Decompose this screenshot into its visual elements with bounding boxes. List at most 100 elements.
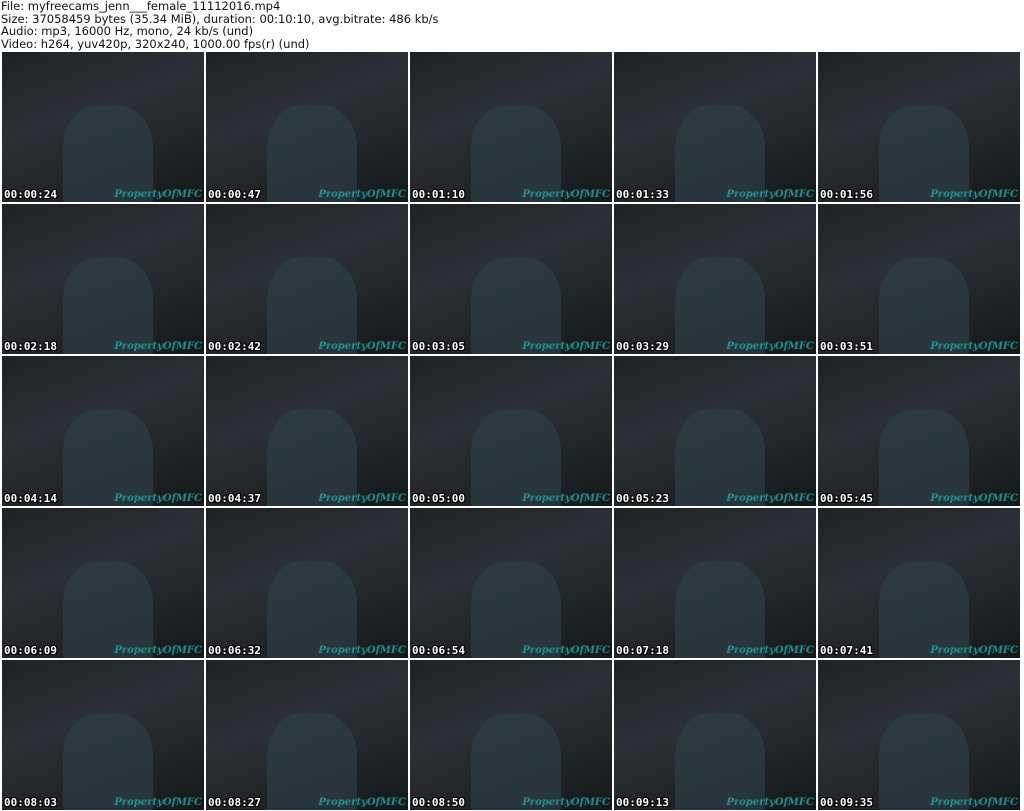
watermark: PropertyOfMFC [726,645,814,656]
thumbnail-image-placeholder [674,408,766,506]
thumbnail-image-placeholder [266,256,358,354]
watermark: PropertyOfMFC [726,797,814,808]
watermark: PropertyOfMFC [318,797,406,808]
video-thumbnail[interactable]: 00:08:03 PropertyOfMFC [2,660,204,810]
thumbnail-image-placeholder [674,104,766,202]
watermark: PropertyOfMFC [522,645,610,656]
video-thumbnail[interactable]: 00:07:18 PropertyOfMFC [614,508,816,658]
watermark: PropertyOfMFC [726,493,814,504]
timestamp-label: 00:06:09 [4,644,57,657]
timestamp-label: 00:08:03 [4,796,57,809]
video-thumbnail[interactable]: 00:01:33 PropertyOfMFC [614,52,816,202]
timestamp-label: 00:05:00 [412,492,465,505]
timestamp-label: 00:04:14 [4,492,57,505]
timestamp-label: 00:01:56 [820,188,873,201]
video-thumbnail[interactable]: 00:06:09 PropertyOfMFC [2,508,204,658]
thumbnail-image-placeholder [266,560,358,658]
watermark: PropertyOfMFC [114,189,202,200]
video-thumbnail[interactable]: 00:05:00 PropertyOfMFC [410,356,612,506]
thumbnail-image-placeholder [878,256,970,354]
watermark: PropertyOfMFC [114,493,202,504]
thumbnail-image-placeholder [62,104,154,202]
thumbnail-image-placeholder [62,408,154,506]
video-thumbnail[interactable]: 00:00:47 PropertyOfMFC [206,52,408,202]
timestamp-label: 00:03:51 [820,340,873,353]
timestamp-label: 00:05:23 [616,492,669,505]
watermark: PropertyOfMFC [114,645,202,656]
timestamp-label: 00:06:32 [208,644,261,657]
watermark: PropertyOfMFC [930,645,1018,656]
thumbnail-image-placeholder [674,712,766,810]
thumbnail-image-placeholder [470,408,562,506]
watermark: PropertyOfMFC [114,341,202,352]
thumbnail-image-placeholder [674,256,766,354]
video-thumbnail[interactable]: 00:05:45 PropertyOfMFC [818,356,1020,506]
thumbnail-image-placeholder [674,560,766,658]
file-info-header: File: myfreecams_jenn___female_11112016.… [1,0,439,50]
video-thumbnail[interactable]: 00:03:05 PropertyOfMFC [410,204,612,354]
watermark: PropertyOfMFC [726,341,814,352]
timestamp-label: 00:01:33 [616,188,669,201]
watermark: PropertyOfMFC [318,341,406,352]
video-thumbnail[interactable]: 00:05:23 PropertyOfMFC [614,356,816,506]
thumbnail-image-placeholder [470,104,562,202]
video-thumbnail[interactable]: 00:01:10 PropertyOfMFC [410,52,612,202]
file-name: File: myfreecams_jenn___female_11112016.… [1,0,281,13]
watermark: PropertyOfMFC [930,189,1018,200]
video-thumbnail[interactable]: 00:09:13 PropertyOfMFC [614,660,816,810]
watermark: PropertyOfMFC [522,189,610,200]
thumbnail-image-placeholder [266,712,358,810]
thumbnail-grid: 00:00:24 PropertyOfMFC 00:00:47 PropertyOfM… [2,52,1020,810]
timestamp-label: 00:00:47 [208,188,261,201]
video-thumbnail[interactable]: 00:03:29 PropertyOfMFC [614,204,816,354]
watermark: PropertyOfMFC [930,493,1018,504]
video-thumbnail[interactable]: 00:08:50 PropertyOfMFC [410,660,612,810]
timestamp-label: 00:07:41 [820,644,873,657]
video-thumbnail[interactable]: 00:04:37 PropertyOfMFC [206,356,408,506]
thumbnail-image-placeholder [878,712,970,810]
video-thumbnail[interactable]: 00:04:14 PropertyOfMFC [2,356,204,506]
thumbnail-image-placeholder [266,104,358,202]
watermark: PropertyOfMFC [114,797,202,808]
watermark: PropertyOfMFC [318,645,406,656]
timestamp-label: 00:08:27 [208,796,261,809]
thumbnail-image-placeholder [470,256,562,354]
timestamp-label: 00:09:13 [616,796,669,809]
video-thumbnail[interactable]: 00:09:35 PropertyOfMFC [818,660,1020,810]
timestamp-label: 00:09:35 [820,796,873,809]
video-thumbnail[interactable]: 00:06:32 PropertyOfMFC [206,508,408,658]
video-thumbnail[interactable]: 00:07:41 PropertyOfMFC [818,508,1020,658]
timestamp-label: 00:05:45 [820,492,873,505]
video-thumbnail[interactable]: 00:02:42 PropertyOfMFC [206,204,408,354]
thumbnail-image-placeholder [470,560,562,658]
timestamp-label: 00:07:18 [616,644,669,657]
timestamp-label: 00:04:37 [208,492,261,505]
timestamp-label: 00:08:50 [412,796,465,809]
timestamp-label: 00:06:54 [412,644,465,657]
thumbnail-image-placeholder [62,712,154,810]
video-thumbnail[interactable]: 00:01:56 PropertyOfMFC [818,52,1020,202]
thumbnail-image-placeholder [266,408,358,506]
watermark: PropertyOfMFC [522,341,610,352]
video-thumbnail[interactable]: 00:00:24 PropertyOfMFC [2,52,204,202]
watermark: PropertyOfMFC [522,797,610,808]
thumbnail-image-placeholder [878,104,970,202]
video-thumbnail[interactable]: 00:02:18 PropertyOfMFC [2,204,204,354]
thumbnail-image-placeholder [470,712,562,810]
timestamp-label: 00:03:05 [412,340,465,353]
thumbnail-image-placeholder [62,256,154,354]
timestamp-label: 00:02:42 [208,340,261,353]
video-thumbnail[interactable]: 00:03:51 PropertyOfMFC [818,204,1020,354]
watermark: PropertyOfMFC [318,189,406,200]
audio-info: Audio: mp3, 16000 Hz, mono, 24 kb/s (und… [1,24,254,38]
timestamp-label: 00:02:18 [4,340,57,353]
timestamp-label: 00:00:24 [4,188,57,201]
thumbnail-image-placeholder [62,560,154,658]
video-thumbnail[interactable]: 00:08:27 PropertyOfMFC [206,660,408,810]
thumbnail-image-placeholder [878,560,970,658]
video-thumbnail[interactable]: 00:06:54 PropertyOfMFC [410,508,612,658]
thumbnail-image-placeholder [878,408,970,506]
watermark: PropertyOfMFC [930,341,1018,352]
video-info: Video: h264, yuv420p, 320x240, 1000.00 f… [1,36,310,51]
timestamp-label: 00:01:10 [412,188,465,201]
